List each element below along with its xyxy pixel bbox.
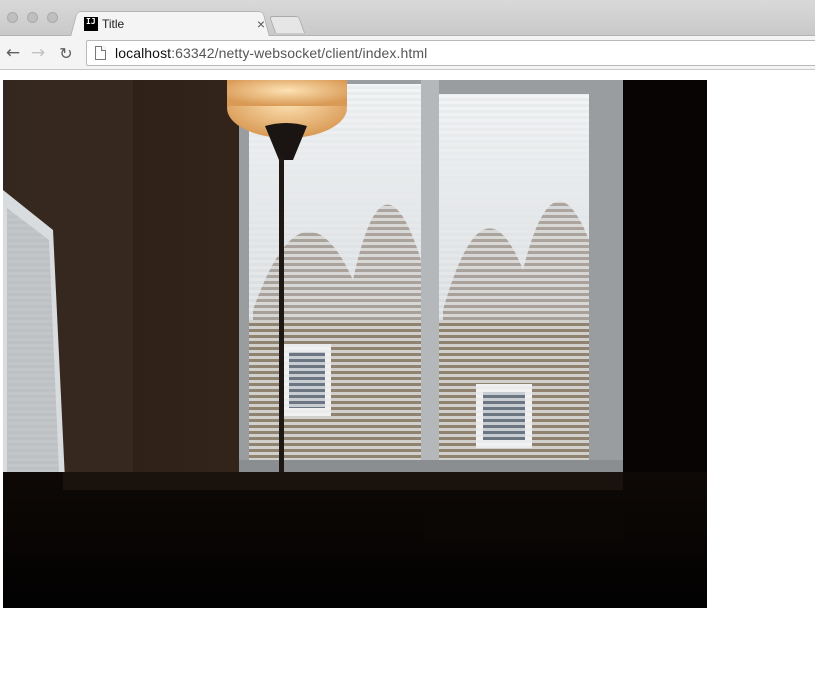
reload-icon[interactable]: ↻ — [56, 43, 76, 63]
minimize-window-button[interactable] — [27, 12, 38, 23]
page-icon — [95, 46, 106, 60]
page-content — [0, 71, 815, 678]
forward-arrow-icon[interactable]: → — [28, 43, 48, 63]
close-window-button[interactable] — [7, 12, 18, 23]
new-tab-button[interactable] — [268, 16, 306, 33]
url-host: localhost — [115, 45, 172, 61]
tab-content[interactable]: IJ Title × — [84, 12, 268, 36]
tab-title: Title — [102, 17, 125, 31]
tab-strip: IJ Title × — [0, 0, 815, 37]
back-arrow-icon[interactable]: ← — [3, 43, 23, 63]
intellij-icon: IJ — [84, 17, 98, 31]
zoom-window-button[interactable] — [47, 12, 58, 23]
url-path: :63342/netty-websocket/client/index.html — [171, 45, 428, 61]
browser-toolbar: ← → ↻ localhost:63342/netty-websocket/cl… — [0, 36, 815, 70]
webcam-video — [3, 80, 707, 608]
webcam-scene — [3, 80, 707, 608]
address-bar[interactable]: localhost:63342/netty-websocket/client/i… — [86, 40, 815, 66]
tab-close-icon[interactable]: × — [254, 17, 268, 31]
url-text[interactable]: localhost:63342/netty-websocket/client/i… — [115, 45, 427, 61]
